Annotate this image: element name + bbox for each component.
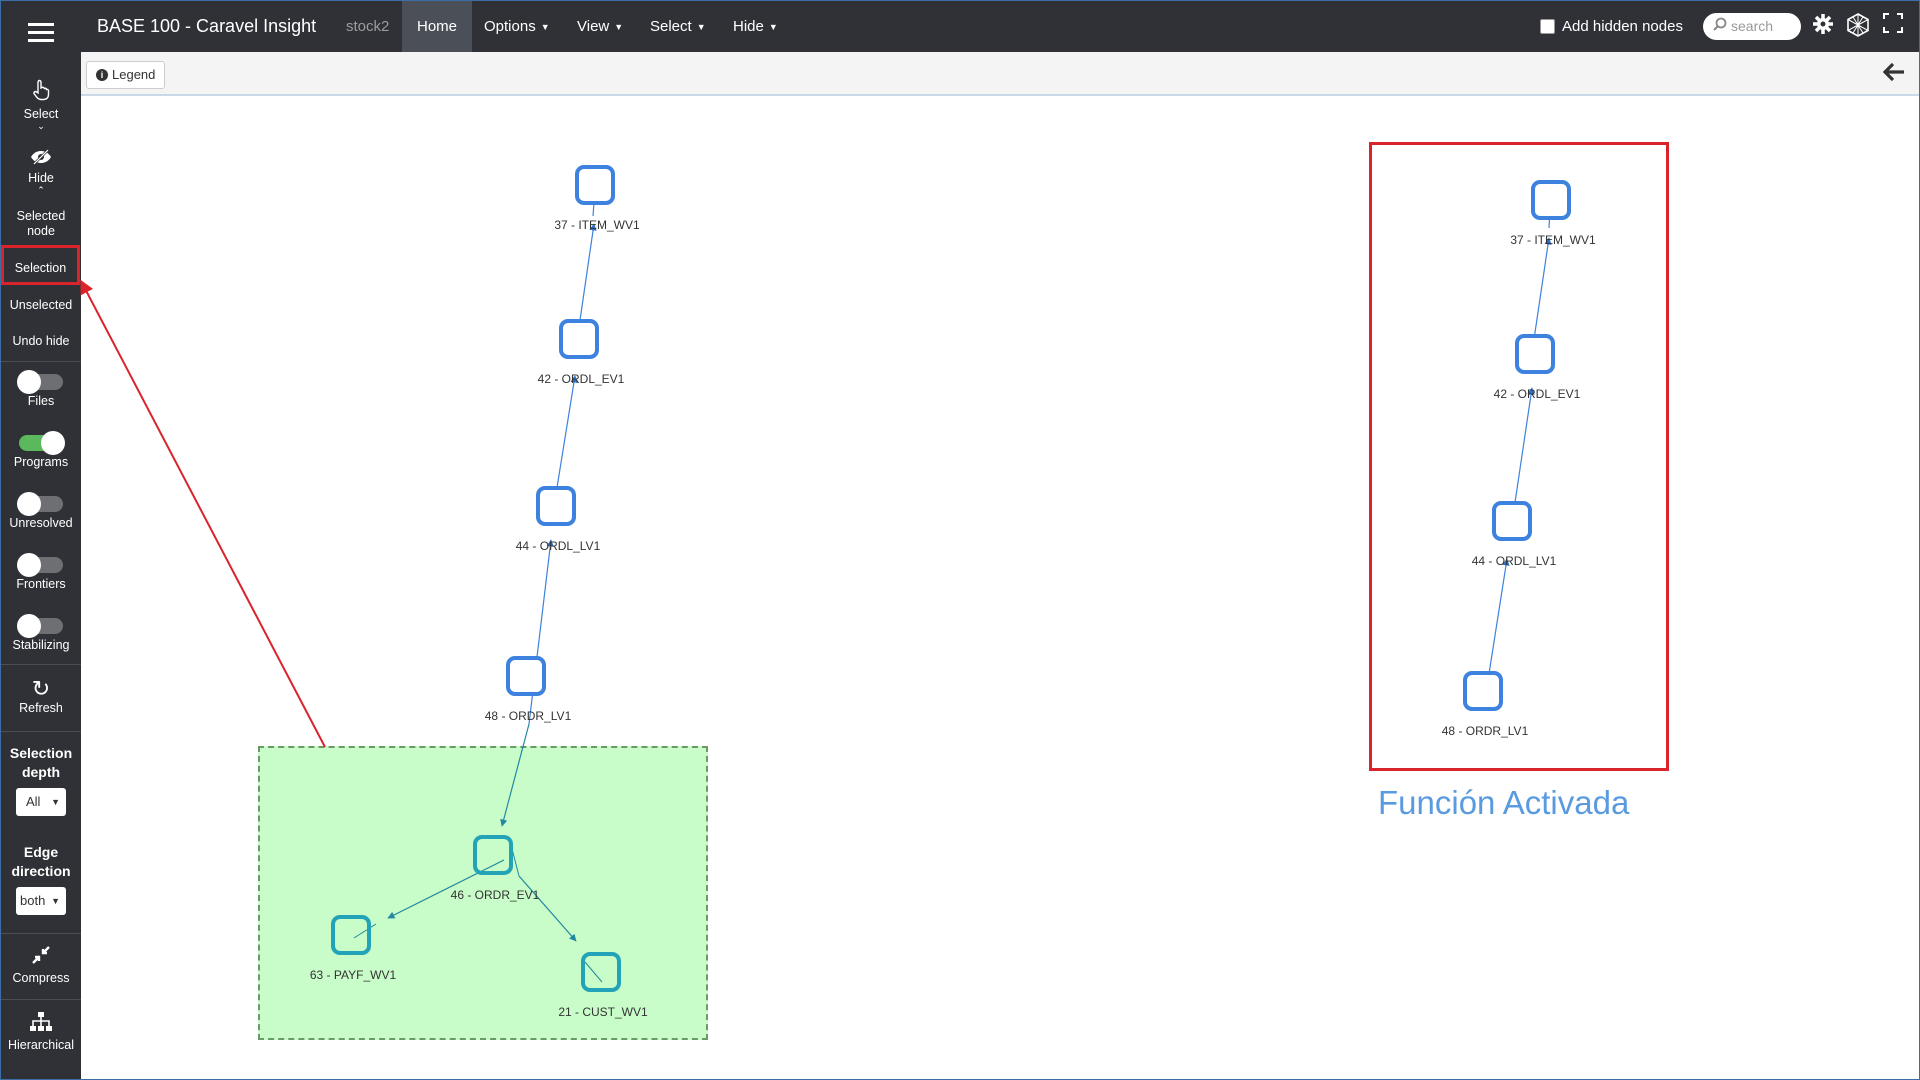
node-label: 42 - ORDL_EV1 [1493,387,1581,401]
node-label: 42 - ORDL_EV1 [537,372,625,386]
graph-node[interactable] [1463,671,1503,711]
graph-node[interactable] [506,656,546,696]
graph-node[interactable] [536,486,576,526]
graph-node[interactable] [1531,180,1571,220]
node-label: 44 - ORDL_LV1 [515,539,601,553]
node-label: 44 - ORDL_LV1 [1471,554,1557,568]
graph-node[interactable] [575,165,615,205]
graph-node-selected[interactable] [581,952,621,992]
annotation-arrow [80,279,326,748]
node-label: 46 - ORDR_EV1 [450,888,540,902]
graph-node-selected[interactable] [331,915,371,955]
graph-node[interactable] [1515,334,1555,374]
graph-node-selected[interactable] [473,835,513,875]
node-label: 37 - ITEM_WV1 [554,218,640,232]
node-label: 63 - PAYF_WV1 [309,968,397,982]
node-label: 37 - ITEM_WV1 [1510,233,1596,247]
graph-node[interactable] [559,319,599,359]
app-window: Select ⌄ Hide ⌃ Selected node Selection … [0,0,1920,1080]
graph-node[interactable] [1492,501,1532,541]
node-label: 21 - CUST_WV1 [558,1005,648,1019]
graph-canvas[interactable]: Función Activada 37 - ITEM_WV1 42 - ORDL… [80,96,1919,1079]
node-label: 48 - ORDR_LV1 [484,709,572,723]
node-label: 48 - ORDR_LV1 [1441,724,1529,738]
